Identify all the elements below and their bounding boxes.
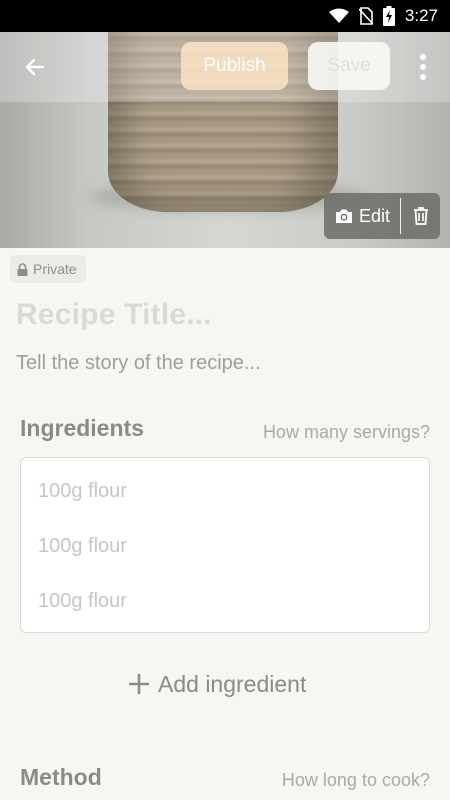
add-ingredient-button[interactable]: Add ingredient (128, 668, 306, 700)
wifi-icon (328, 8, 349, 24)
lock-icon (17, 262, 28, 276)
save-button[interactable]: Save (308, 42, 390, 90)
status-time: 3:27 (404, 6, 438, 25)
edit-photo-button[interactable]: Edit (324, 193, 400, 239)
back-button[interactable] (18, 50, 52, 84)
ingredient-field[interactable]: 100g flour (38, 590, 127, 613)
photo-actions: Edit (324, 193, 440, 239)
status-bar: 3:27 (0, 0, 450, 32)
recipe-title-input[interactable]: Recipe Title... (16, 298, 212, 332)
cook-time-input[interactable]: How long to cook? (282, 770, 430, 791)
more-vert-icon (420, 54, 426, 80)
ingredients-list: 100g flour 100g flour 100g flour (20, 457, 430, 633)
plus-icon (129, 674, 149, 694)
ingredient-field[interactable]: 100g flour (38, 480, 127, 503)
privacy-label: Private (33, 261, 77, 277)
privacy-chip[interactable]: Private (10, 255, 86, 283)
delete-photo-button[interactable] (401, 193, 440, 239)
no-sim-icon (358, 7, 373, 25)
publish-button[interactable]: Publish (181, 42, 288, 90)
servings-input[interactable]: How many servings? (263, 422, 430, 443)
add-ingredient-label: Add ingredient (158, 670, 307, 697)
arrow-left-icon (25, 58, 45, 76)
ingredient-field[interactable]: 100g flour (38, 535, 127, 558)
battery-charging-icon (382, 6, 395, 26)
camera-icon (336, 209, 352, 223)
ingredients-heading: Ingredients (20, 415, 144, 441)
edit-photo-label: Edit (359, 205, 391, 226)
recipe-story-input[interactable]: Tell the story of the recipe... (16, 352, 261, 375)
more-options-button[interactable] (410, 50, 436, 84)
method-heading: Method (20, 764, 102, 790)
photo-actions-divider (400, 198, 401, 234)
trash-icon (413, 207, 428, 225)
